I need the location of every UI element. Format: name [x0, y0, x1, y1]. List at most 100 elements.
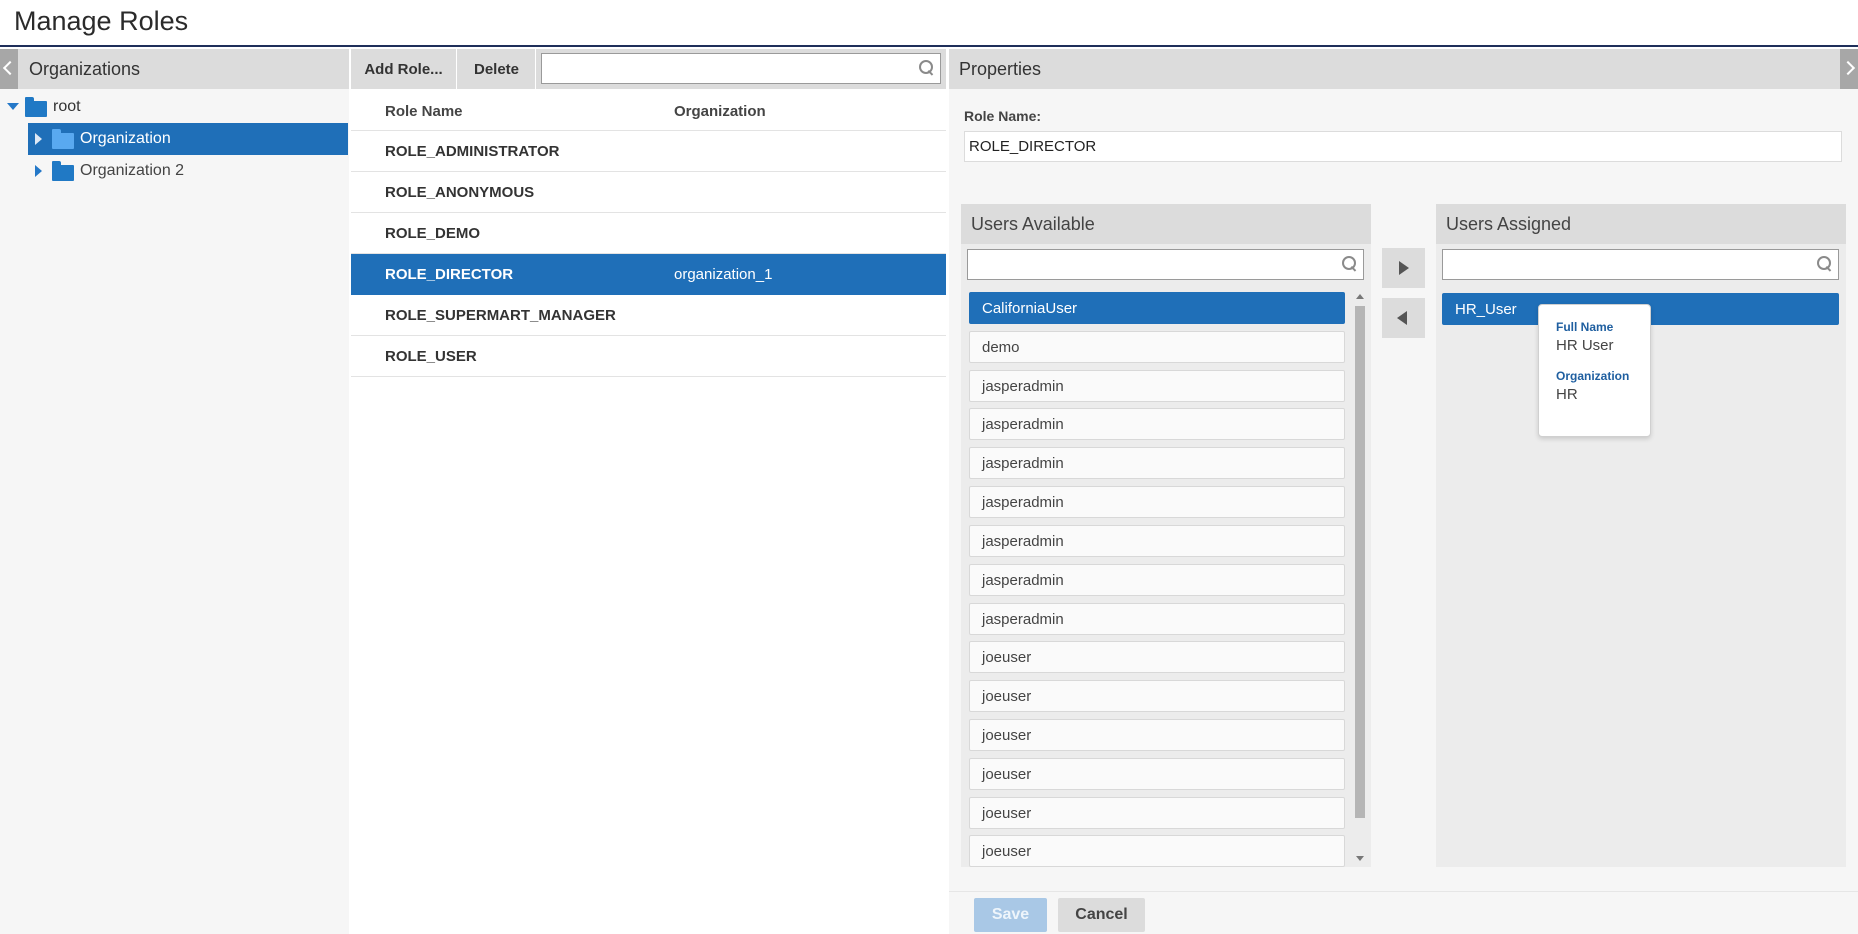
tree-item-organization-2[interactable]: Organization 2	[28, 155, 348, 187]
scroll-down-icon[interactable]	[1356, 856, 1364, 861]
role-name-label: Role Name:	[964, 108, 1042, 124]
search-icon[interactable]	[1817, 256, 1831, 270]
user-label: jasperadmin	[982, 494, 1064, 511]
collapsed-arrow-icon[interactable]	[35, 133, 42, 145]
role-name-cell: ROLE_ADMINISTRATOR	[385, 143, 560, 160]
roles-table-header: Role Name Organization	[351, 89, 946, 131]
list-item[interactable]: jasperadmin	[969, 408, 1345, 440]
scroll-up-icon[interactable]	[1356, 294, 1364, 299]
users-assigned-header: Users Assigned	[1436, 204, 1846, 244]
list-item[interactable]: jasperadmin	[969, 447, 1345, 479]
user-label: jasperadmin	[982, 378, 1064, 395]
role-name-cell: ROLE_USER	[385, 348, 477, 365]
tooltip-organization-label: Organization	[1556, 369, 1630, 383]
users-assigned-header-label: Users Assigned	[1446, 214, 1572, 234]
users-available-search	[967, 249, 1364, 280]
user-label: jasperadmin	[982, 572, 1064, 589]
roles-panel: Add Role... Delete Role Name Organizatio…	[351, 49, 946, 934]
table-row[interactable]: ROLE_ADMINISTRATOR	[351, 131, 946, 172]
organizations-header: Organizations	[0, 49, 349, 89]
user-label: joeuser	[982, 649, 1032, 666]
users-available-header: Users Available	[961, 204, 1371, 244]
role-organization-cell: organization_1	[674, 266, 773, 283]
users-available-list: Users Available CaliforniaUser demo jasp…	[961, 204, 1371, 867]
organizations-panel: Organizations root Organization Organiza…	[0, 49, 349, 934]
page-header: Manage Roles	[0, 0, 1858, 47]
tree-item-organization[interactable]: Organization	[28, 123, 348, 155]
list-item[interactable]: joeuser	[969, 835, 1345, 867]
role-name-cell: ROLE_DIRECTOR	[385, 266, 514, 283]
list-item[interactable]: demo	[969, 331, 1345, 363]
scrollbar-thumb[interactable]	[1355, 306, 1365, 818]
folder-icon	[25, 97, 47, 117]
column-header-organization[interactable]: Organization	[674, 103, 766, 120]
user-label: joeuser	[982, 727, 1032, 744]
list-item[interactable]: jasperadmin	[969, 564, 1345, 596]
role-name-cell: ROLE_SUPERMART_MANAGER	[385, 307, 616, 324]
table-row[interactable]: ROLE_USER	[351, 336, 946, 377]
list-item[interactable]: jasperadmin	[969, 603, 1345, 635]
folder-icon	[52, 161, 74, 181]
tooltip-full-name-label: Full Name	[1556, 320, 1614, 334]
user-label: HR_User	[1455, 301, 1517, 318]
user-label: joeuser	[982, 688, 1032, 705]
tree-item-label: root	[53, 98, 81, 115]
cancel-button[interactable]: Cancel	[1058, 898, 1145, 932]
role-name-cell: ROLE_ANONYMOUS	[385, 184, 535, 201]
users-available-search-input[interactable]	[968, 250, 1363, 279]
users-assigned-search-input[interactable]	[1443, 250, 1838, 279]
properties-header: Properties	[949, 49, 1858, 89]
save-button[interactable]: Save	[974, 898, 1047, 932]
search-icon[interactable]	[919, 60, 933, 74]
user-label: jasperadmin	[982, 533, 1064, 550]
user-label: demo	[982, 339, 1020, 356]
search-icon[interactable]	[1342, 256, 1356, 270]
table-row[interactable]: ROLE_DEMO	[351, 213, 946, 254]
properties-panel: Properties Role Name: Users Available Ca…	[949, 49, 1858, 934]
list-item-selected[interactable]: CaliforniaUser	[969, 292, 1345, 324]
role-name-field[interactable]	[964, 131, 1842, 162]
list-item[interactable]: joeuser	[969, 680, 1345, 712]
properties-header-label: Properties	[959, 59, 1042, 79]
collapse-left-icon[interactable]	[0, 49, 18, 89]
assign-user-button[interactable]	[1382, 248, 1425, 288]
list-item[interactable]: joeuser	[969, 641, 1345, 673]
table-row-selected[interactable]: ROLE_DIRECTOR organization_1	[351, 254, 946, 295]
user-label: joeuser	[982, 805, 1032, 822]
tooltip-full-name-value: HR User	[1556, 337, 1614, 354]
page-title: Manage Roles	[14, 6, 189, 36]
roles-search	[541, 53, 941, 84]
delete-role-button[interactable]: Delete	[458, 49, 536, 89]
list-item[interactable]: jasperadmin	[969, 370, 1345, 402]
add-role-button[interactable]: Add Role...	[351, 49, 457, 89]
users-available-header-label: Users Available	[971, 214, 1095, 234]
user-label: jasperadmin	[982, 611, 1064, 628]
collapse-right-icon[interactable]	[1840, 49, 1858, 89]
list-item[interactable]: joeuser	[969, 797, 1345, 829]
list-item[interactable]: jasperadmin	[969, 486, 1345, 518]
properties-footer: Save Cancel	[949, 891, 1858, 934]
tooltip-organization-value: HR	[1556, 386, 1578, 403]
table-row[interactable]: ROLE_ANONYMOUS	[351, 172, 946, 213]
user-label: CaliforniaUser	[982, 300, 1078, 317]
tree-item-root[interactable]: root	[0, 91, 349, 123]
role-name-cell: ROLE_DEMO	[385, 225, 481, 242]
user-label: joeuser	[982, 843, 1032, 860]
list-item[interactable]: joeuser	[969, 719, 1345, 751]
user-details-tooltip: Full Name HR User Organization HR	[1538, 304, 1651, 437]
list-item[interactable]: joeuser	[969, 758, 1345, 790]
column-header-role-name[interactable]: Role Name	[385, 103, 463, 120]
unassign-user-button[interactable]	[1382, 298, 1425, 338]
roles-toolbar: Add Role... Delete	[351, 49, 946, 89]
user-label: jasperadmin	[982, 416, 1064, 433]
tree-item-label: Organization 2	[80, 162, 185, 179]
table-row[interactable]: ROLE_SUPERMART_MANAGER	[351, 295, 946, 336]
user-label: joeuser	[982, 766, 1032, 783]
collapsed-arrow-icon[interactable]	[35, 165, 42, 177]
list-item[interactable]: jasperadmin	[969, 525, 1345, 557]
roles-search-input[interactable]	[542, 54, 940, 83]
arrow-right-icon	[1399, 261, 1409, 275]
expanded-arrow-icon[interactable]	[7, 103, 19, 110]
users-available-scrollbar[interactable]	[1353, 290, 1367, 865]
open-folder-icon	[52, 129, 74, 149]
